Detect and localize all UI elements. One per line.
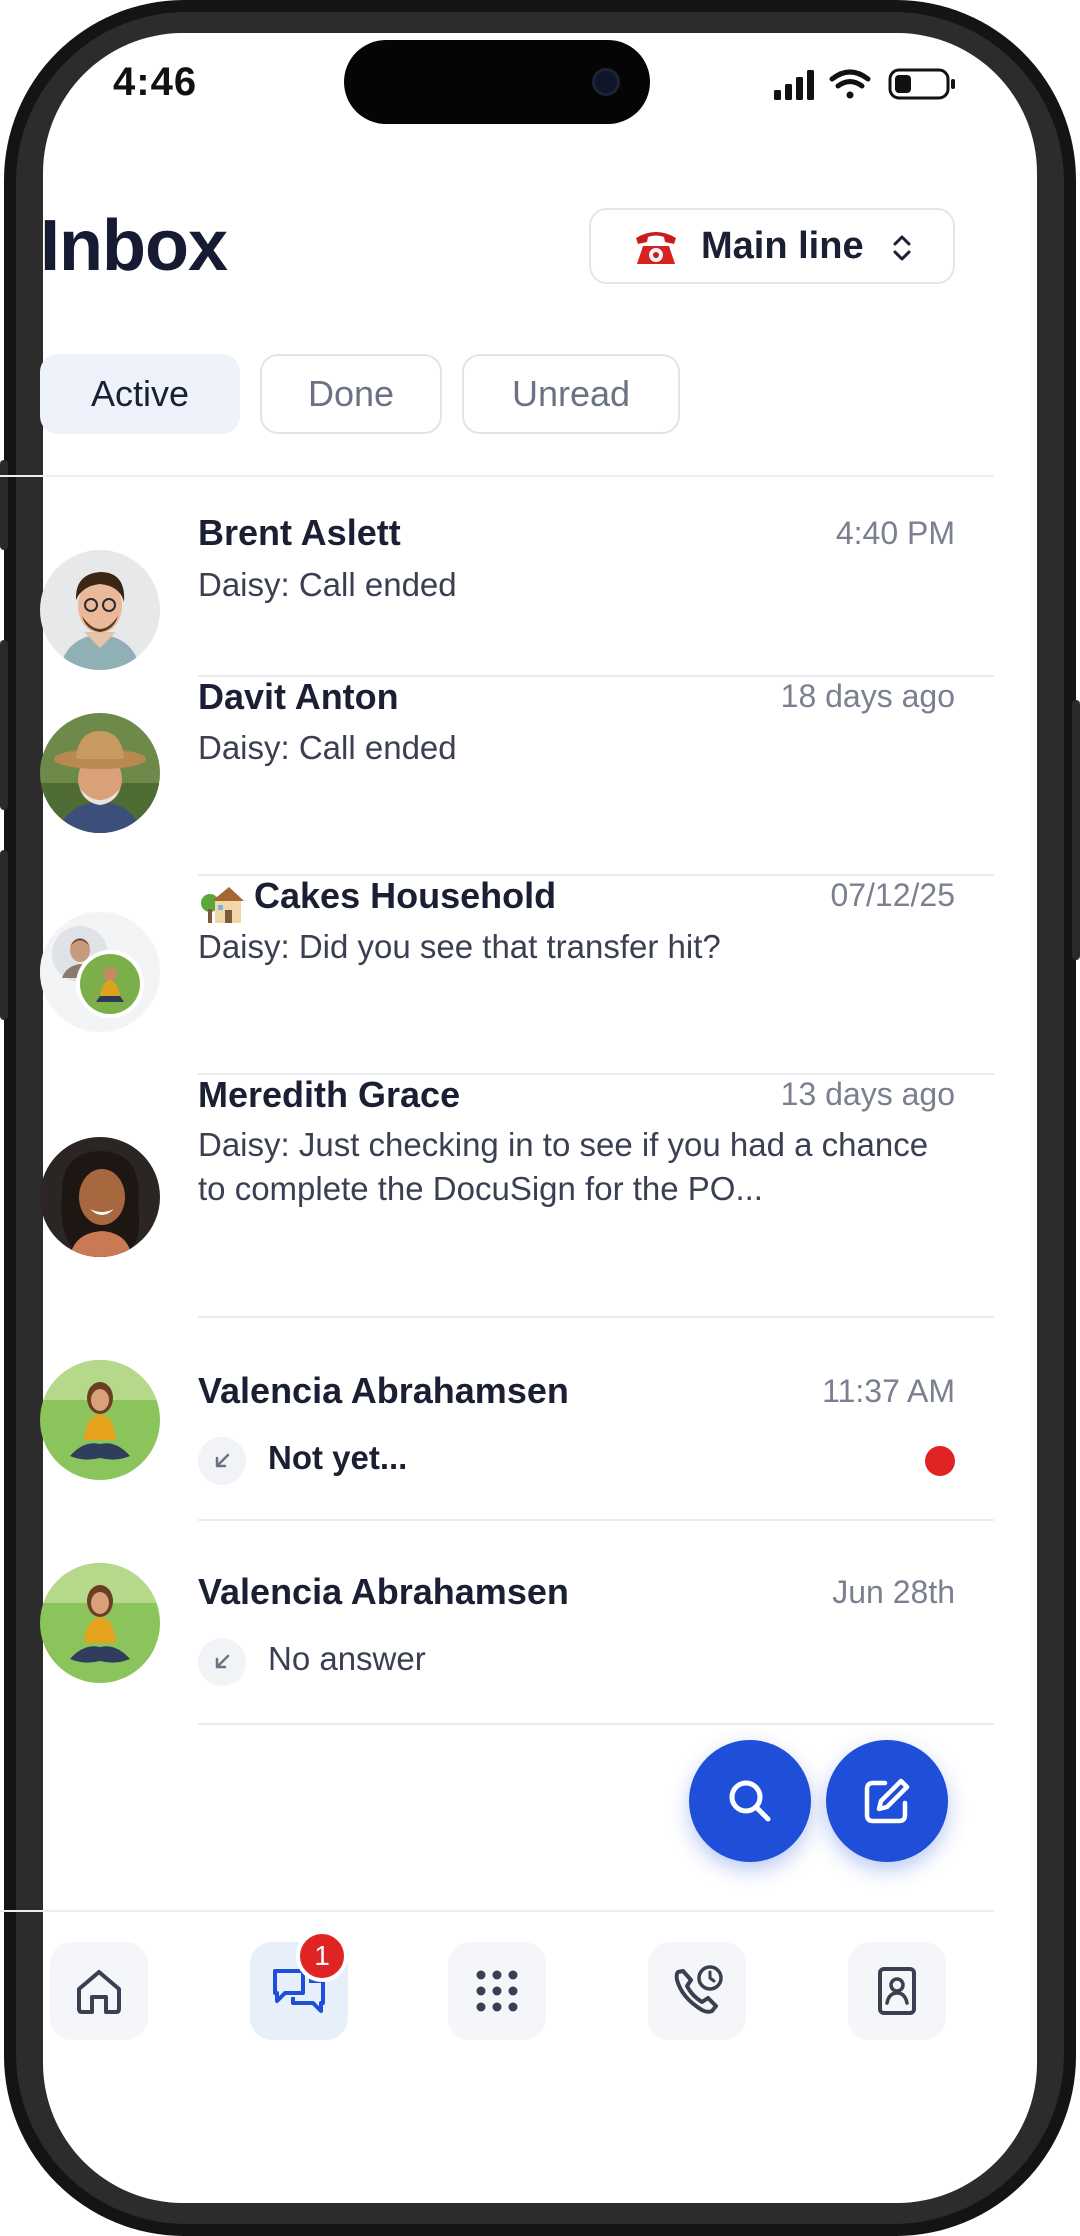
contact-name: Cakes Household [254,875,557,916]
avatar [40,1137,160,1257]
messages-badge: 1 [296,1930,348,1982]
message-preview: Daisy: Just checking in to see if you ha… [198,1126,929,1207]
conversation-row[interactable]: Brent Aslett 4:40 PM Daisy: Call ended [0,477,994,677]
status-icons [774,68,955,100]
conversation-list: Brent Aslett 4:40 PM Daisy: Call ended D… [0,477,994,1725]
message-preview: Daisy: Call ended [198,729,457,766]
contacts-icon [878,1967,916,2015]
group-avatar [40,912,160,1032]
chevron-up-down-icon [893,235,911,261]
message-preview: No answer [268,1640,426,1677]
contact-name: Valencia Abrahamsen [198,1571,569,1612]
compose-button[interactable] [826,1740,948,1862]
avatar [40,550,160,670]
power-button [1072,700,1080,960]
nav-keypad[interactable] [448,1942,546,2040]
signal-icon [774,70,814,100]
telephone-icon [636,232,676,264]
line-selector[interactable]: Main line [589,208,955,284]
tab-active[interactable]: Active [40,354,240,434]
home-icon [77,1970,121,2014]
timestamp: 07/12/25 [830,877,955,913]
contact-name: Valencia Abrahamsen [198,1370,569,1411]
timestamp: 11:37 AM [822,1373,955,1409]
row-divider [198,1723,994,1725]
conversation-row[interactable]: Valencia Abrahamsen Jun 28th No answer [0,1521,994,1725]
avatar [40,713,160,833]
battery-icon [888,68,955,100]
conversation-row[interactable]: Cakes Household 07/12/25 Daisy: Did you … [0,875,994,1075]
avatar [40,1360,160,1480]
message-preview: Daisy: Call ended [198,566,457,603]
contact-name: Brent Aslett [198,512,401,553]
wifi-icon [829,69,871,99]
contact-name: Davit Anton [198,676,399,717]
keypad-icon [476,1970,518,2012]
nav-divider [0,1910,994,1912]
message-preview: Not yet... [268,1439,408,1476]
avatar [40,1563,160,1683]
nav-calls[interactable] [648,1942,746,2040]
tab-unread[interactable]: Unread [462,354,680,434]
nav-home[interactable] [50,1942,148,2040]
tab-done[interactable]: Done [260,354,442,434]
timestamp: 4:40 PM [835,515,955,551]
timestamp: 13 days ago [780,1076,955,1112]
conversation-row[interactable]: Davit Anton 18 days ago Daisy: Call ende… [0,676,994,876]
contact-name: Meredith Grace [198,1074,461,1115]
incoming-call-icon [198,1437,246,1485]
conversation-row[interactable]: Meredith Grace 13 days ago Daisy: Just c… [0,1074,994,1318]
line-selector-label: Main line [701,224,864,267]
compose-icon [864,1778,910,1824]
page-title: Inbox [40,206,228,286]
message-preview: Daisy: Did you see that transfer hit? [198,928,721,965]
dynamic-island [344,40,650,124]
timestamp: 18 days ago [780,678,955,714]
call-history-icon [674,1965,723,2014]
timestamp: Jun 28th [832,1574,955,1610]
status-time: 4:46 [113,60,198,104]
filter-tabs: Active Done Unread [40,354,680,434]
conversation-row[interactable]: Valencia Abrahamsen 11:37 AM Not yet... [0,1318,994,1521]
search-icon [729,1780,771,1822]
incoming-call-icon [198,1638,246,1686]
search-button[interactable] [689,1740,811,1862]
unread-indicator [925,1446,955,1476]
nav-contacts[interactable] [848,1942,946,2040]
house-icon [201,887,244,923]
